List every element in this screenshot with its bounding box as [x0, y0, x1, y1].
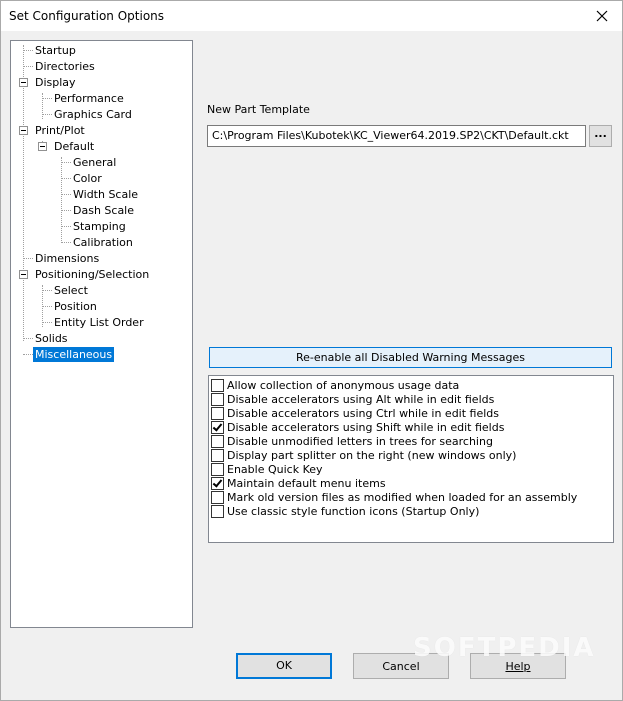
checkbox[interactable] — [211, 448, 224, 462]
option-disable-shift-accelerators[interactable]: Disable accelerators using Shift while i… — [211, 420, 504, 434]
tree-line — [42, 114, 52, 115]
checkbox[interactable] — [211, 406, 224, 420]
tree-item-general[interactable]: General — [71, 154, 118, 170]
tree-item-stamping[interactable]: Stamping — [71, 218, 128, 234]
tree-line — [42, 93, 43, 119]
option-part-splitter-right[interactable]: Display part splitter on the right (new … — [211, 448, 516, 462]
checkbox[interactable] — [211, 434, 224, 448]
checkbox[interactable] — [211, 504, 224, 518]
option-disable-alt-accelerators[interactable]: Disable accelerators using Alt while in … — [211, 392, 494, 406]
tree-item-print-plot[interactable]: Print/Plot — [33, 122, 87, 138]
tree-item-position[interactable]: Position — [52, 298, 99, 314]
tree-item-select[interactable]: Select — [52, 282, 90, 298]
checkbox[interactable] — [211, 378, 224, 392]
title-bar: Set Configuration Options — [1, 1, 622, 31]
template-path-value: C:\Program Files\Kubotek\KC_Viewer64.201… — [212, 129, 569, 142]
tree-item-calibration[interactable]: Calibration — [71, 234, 135, 250]
close-icon — [596, 10, 608, 22]
browse-button[interactable]: ... — [589, 125, 612, 147]
tree-item-performance[interactable]: Performance — [52, 90, 126, 106]
collapse-icon[interactable] — [19, 78, 28, 87]
config-dialog: Set Configuration Options Startup Direct… — [0, 0, 623, 701]
tree-line — [42, 306, 52, 307]
tree-line — [23, 258, 33, 259]
tree-item-solids[interactable]: Solids — [33, 330, 70, 346]
tree-item-startup[interactable]: Startup — [33, 42, 78, 58]
new-part-template-label: New Part Template — [207, 103, 310, 116]
tree-item-graphics-card[interactable]: Graphics Card — [52, 106, 134, 122]
tree-line — [61, 210, 71, 211]
tree-line — [42, 98, 52, 99]
checkbox-checked[interactable] — [211, 476, 224, 490]
tree-line — [61, 242, 71, 243]
checkbox-checked[interactable] — [211, 420, 224, 434]
option-mark-old-version-files[interactable]: Mark old version files as modified when … — [211, 490, 577, 504]
tree-item-miscellaneous[interactable]: Miscellaneous — [33, 346, 115, 362]
tree-line — [23, 50, 33, 51]
collapse-icon[interactable] — [38, 142, 47, 151]
tree-line — [61, 226, 71, 227]
tree-item-entity-list-order[interactable]: Entity List Order — [52, 314, 146, 330]
options-checklist: Allow collection of anonymous usage data… — [208, 375, 614, 543]
option-allow-usage-data[interactable]: Allow collection of anonymous usage data — [211, 378, 459, 392]
option-maintain-default-menu[interactable]: Maintain default menu items — [211, 476, 386, 490]
options-tree[interactable]: Startup Directories Display Performance … — [10, 40, 193, 628]
tree-item-width-scale[interactable]: Width Scale — [71, 186, 140, 202]
tree-line — [42, 322, 52, 323]
collapse-icon[interactable] — [19, 126, 28, 135]
option-disable-ctrl-accelerators[interactable]: Disable accelerators using Ctrl while in… — [211, 406, 499, 420]
tree-line — [23, 66, 33, 67]
softpedia-watermark: SOFTPEDIA — [413, 633, 596, 663]
collapse-icon[interactable] — [19, 270, 28, 279]
tree-item-display[interactable]: Display — [33, 74, 78, 90]
tree-line — [23, 338, 33, 339]
tree-item-directories[interactable]: Directories — [33, 58, 97, 74]
option-classic-icons[interactable]: Use classic style function icons (Startu… — [211, 504, 479, 518]
tree-line — [61, 162, 71, 163]
option-enable-quick-key[interactable]: Enable Quick Key — [211, 462, 323, 476]
reenable-warnings-button[interactable]: Re-enable all Disabled Warning Messages — [209, 347, 612, 368]
checkbox[interactable] — [211, 462, 224, 476]
tree-line — [23, 45, 24, 341]
tree-line — [42, 290, 52, 291]
tree-line — [61, 157, 62, 243]
tree-line — [61, 178, 71, 179]
ok-button[interactable]: OK — [236, 653, 332, 679]
window-title: Set Configuration Options — [9, 9, 165, 23]
tree-line — [61, 194, 71, 195]
tree-item-dash-scale[interactable]: Dash Scale — [71, 202, 136, 218]
option-disable-unmodified-letters[interactable]: Disable unmodified letters in trees for … — [211, 434, 493, 448]
tree-item-dimensions[interactable]: Dimensions — [33, 250, 101, 266]
close-button[interactable] — [582, 1, 622, 31]
template-path-field[interactable]: C:\Program Files\Kubotek\KC_Viewer64.201… — [207, 125, 586, 147]
tree-item-default[interactable]: Default — [52, 138, 96, 154]
checkbox[interactable] — [211, 392, 224, 406]
tree-item-positioning-selection[interactable]: Positioning/Selection — [33, 266, 151, 282]
tree-line — [23, 354, 33, 355]
tree-item-color[interactable]: Color — [71, 170, 104, 186]
checkbox[interactable] — [211, 490, 224, 504]
